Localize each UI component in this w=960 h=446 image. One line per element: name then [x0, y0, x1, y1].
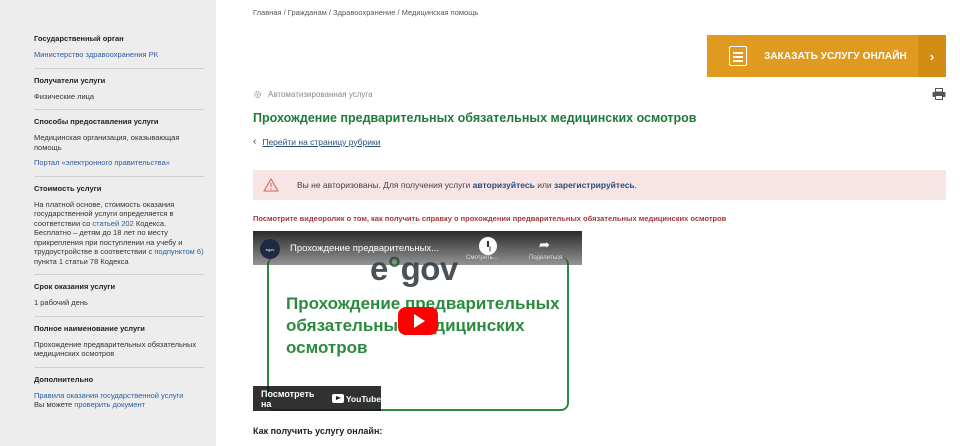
document-icon — [729, 46, 747, 66]
youtube-logo: YouTube — [331, 393, 381, 404]
cost-text-4: пункта 1 статьи 78 Кодекса — [34, 256, 129, 266]
alert-text: Вы не авторизованы. Для получения услуги… — [297, 180, 637, 190]
egov-portal-link[interactable]: Портал «электронного правительства» — [34, 158, 204, 168]
service-type: Автоматизированная услуга — [253, 90, 373, 99]
service-info-sidebar: Государственный орган Министерство здрав… — [0, 0, 216, 446]
sidebar-section-fullname: Полное наименование услуги Прохождение п… — [34, 324, 204, 368]
authority-link[interactable]: Министерство здравоохранения РК — [34, 50, 204, 60]
term-title: Срок оказания услуги — [34, 282, 116, 291]
video-title[interactable]: Прохождение предварительных... — [290, 243, 439, 254]
chevron-right-icon: › — [918, 35, 946, 77]
fullname-title: Полное наименование услуги — [34, 323, 145, 333]
alert-text-1: Вы не авторизованы. Для получения услуги — [297, 180, 471, 190]
sidebar-section-cost: Стоимость услуги На платной основе, стои… — [34, 183, 204, 275]
sidebar-section-term: Срок оказания услуги 1 рабочий день — [34, 282, 204, 317]
order-button-label: ЗАКАЗАТЬ УСЛУГУ ОНЛАЙН — [764, 50, 907, 62]
article-202-link[interactable]: статьей 202 — [92, 219, 133, 228]
methods-title: Способы предоставления услуги — [34, 117, 159, 126]
cost-title: Стоимость услуги — [34, 183, 102, 193]
video-caption: Посмотрите видеоролик о том, как получит… — [253, 214, 727, 223]
cost-text-2: Кодекса. — [135, 218, 167, 228]
watch-on-label: Посмотреть на — [261, 388, 315, 409]
recipients-title: Получатели услуги — [34, 75, 106, 85]
verify-document-link[interactable]: проверить документ — [74, 400, 145, 409]
main-content: Главная / Гражданам / Здравоохранение / … — [253, 0, 946, 446]
back-link-label: Перейти на страницу рубрики — [262, 136, 381, 147]
cost-paid-text: На платной основе, стоимость оказания го… — [34, 200, 204, 229]
play-button[interactable] — [398, 307, 438, 335]
extra-title: Дополнительно — [34, 374, 94, 384]
sidebar-section-authority: Государственный орган Министерство здрав… — [34, 34, 204, 69]
rules-link[interactable]: Правила оказания государственной услуги — [34, 391, 204, 401]
print-icon[interactable] — [932, 88, 946, 100]
sidebar-section-methods: Способы предоставления услуги Медицинска… — [34, 117, 204, 177]
how-to-get-service-heading: Как получить услугу онлайн: — [253, 426, 383, 436]
login-link[interactable]: авторизуйтесь — [473, 180, 535, 190]
subparagraph-link[interactable]: подпунктом 6) — [154, 247, 203, 256]
term-value: 1 рабочий день — [34, 298, 88, 307]
authority-title: Государственный орган — [34, 34, 124, 43]
watch-later-label: Смотреть... — [466, 255, 498, 261]
alert-text-3: . — [634, 180, 638, 190]
verify-doc-text: Вы можете проверить документ — [34, 400, 204, 410]
clock-icon[interactable] — [479, 237, 497, 255]
methods-value: Медицинская организация, оказывающая пом… — [34, 133, 180, 152]
cost-free-text: Бесплатно – детям до 18 лет по месту при… — [34, 228, 204, 266]
service-type-label: Автоматизированная услуга — [268, 90, 373, 99]
alert-text-2: или — [537, 180, 552, 190]
youtube-play-icon — [331, 394, 344, 403]
register-link[interactable]: зарегистрируйтесь — [554, 180, 635, 190]
back-to-category-link[interactable]: ‹ Перейти на страницу рубрики — [253, 136, 380, 147]
recipients-value: Физические лица — [34, 91, 95, 101]
extra-text: Вы можете — [34, 400, 73, 409]
auth-alert: Вы не авторизованы. Для получения услуги… — [253, 170, 946, 200]
fullname-value: Прохождение предварительных обязательных… — [34, 339, 197, 359]
order-service-online-button[interactable]: ЗАКАЗАТЬ УСЛУГУ ОНЛАЙН › — [707, 35, 946, 77]
video-player[interactable]: e°gov Прохождение предварительных обязат… — [253, 231, 582, 411]
share-label: Поделиться — [529, 255, 563, 261]
youtube-wordmark: YouTube — [345, 393, 381, 404]
sidebar-section-recipients: Получатели услуги Физические лица — [34, 75, 204, 110]
share-icon[interactable]: ➦ — [539, 237, 550, 253]
warning-icon — [263, 178, 279, 192]
watch-on-youtube-button[interactable]: Посмотреть на YouTube — [253, 386, 381, 411]
gear-icon — [253, 90, 262, 99]
sidebar-section-extra: Дополнительно Правила оказания государст… — [34, 375, 204, 418]
page-title: Прохождение предварительных обязательных… — [253, 111, 697, 125]
chevron-left-icon: ‹ — [253, 136, 257, 147]
breadcrumb[interactable]: Главная / Гражданам / Здравоохранение / … — [253, 8, 478, 17]
channel-avatar[interactable]: egov — [260, 239, 280, 259]
